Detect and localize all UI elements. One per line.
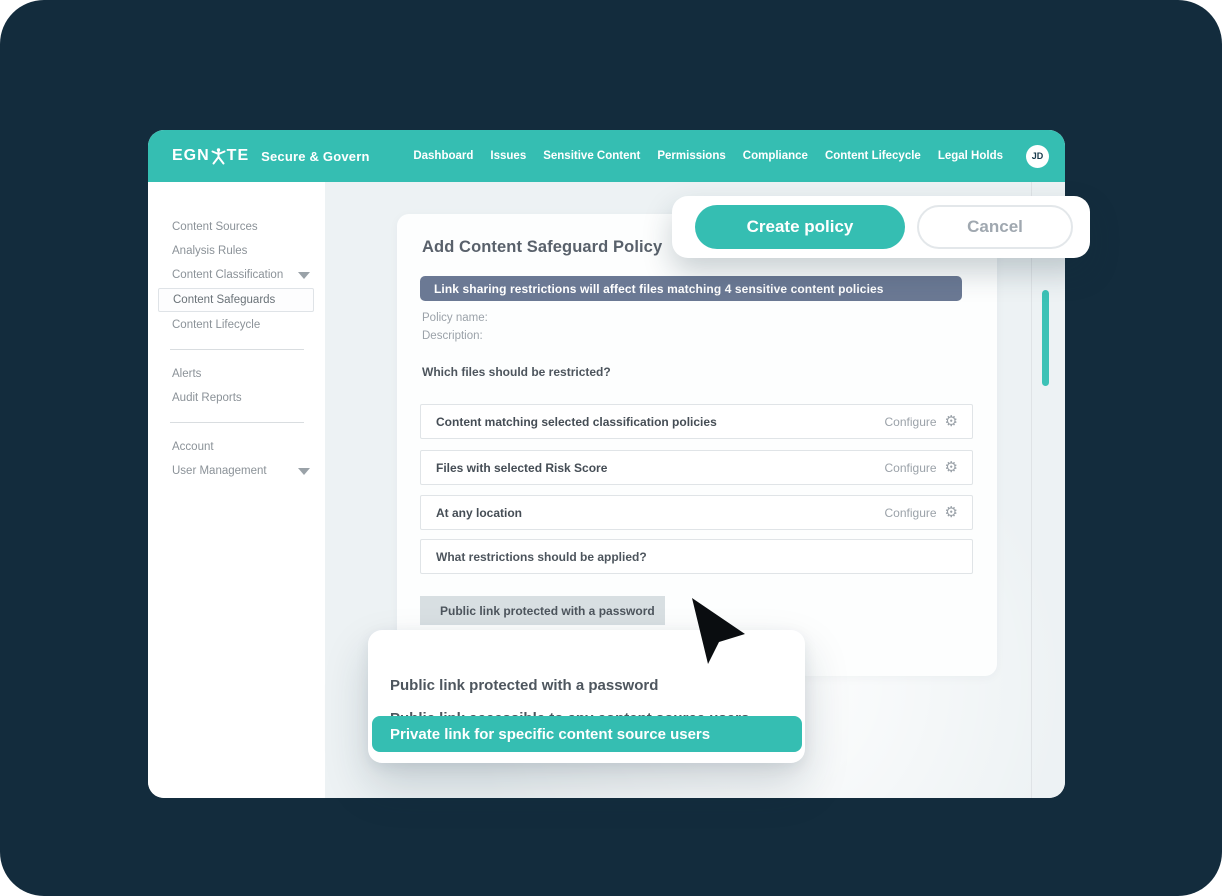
sidebar-item-label: Content Lifecycle — [172, 319, 260, 331]
cancel-button[interactable]: Cancel — [917, 205, 1073, 249]
sidebar-item-label: User Management — [172, 465, 267, 477]
chevron-down-icon — [298, 468, 310, 475]
sidebar-item-analysis-rules[interactable]: Analysis Rules — [148, 239, 325, 263]
sidebar-item-label: Account — [172, 441, 214, 453]
configure-button[interactable]: Configure ⚙ — [885, 460, 958, 475]
top-navbar: EGN TE Secure & Govern — [148, 130, 1065, 182]
egnyte-logo: EGN TE — [172, 147, 249, 165]
brand: EGN TE Secure & Govern — [172, 147, 370, 165]
sidebar-item-content-lifecycle[interactable]: Content Lifecycle — [148, 313, 325, 337]
nav-item-dashboard[interactable]: Dashboard — [413, 150, 473, 162]
criteria-row-classification: Content matching selected classification… — [420, 404, 973, 439]
description-label: Description: — [422, 330, 483, 342]
criteria-row-risk-score: Files with selected Risk Score Configure… — [420, 450, 973, 485]
restrictions-question-box: What restrictions should be applied? — [420, 539, 973, 574]
files-question: Which files should be restricted? — [422, 365, 611, 379]
sidebar: Content Sources Analysis Rules Content C… — [148, 182, 325, 798]
nav-item-sensitive-content[interactable]: Sensitive Content — [543, 150, 640, 162]
configure-label: Configure — [885, 506, 937, 520]
sidebar-item-label: Content Classification — [172, 269, 283, 281]
sidebar-item-content-classification[interactable]: Content Classification — [148, 263, 325, 287]
policy-name-label: Policy name: — [422, 312, 488, 324]
nav-item-permissions[interactable]: Permissions — [657, 150, 725, 162]
sidebar-item-label: Content Sources — [172, 221, 258, 233]
egnyte-person-icon — [211, 148, 226, 165]
sidebar-item-content-safeguards[interactable]: Content Safeguards — [158, 288, 314, 312]
sidebar-item-content-sources[interactable]: Content Sources — [148, 215, 325, 239]
page-title: Add Content Safeguard Policy — [422, 238, 662, 257]
product-name: Secure & Govern — [261, 149, 370, 164]
sidebar-divider — [170, 422, 304, 423]
actions-card: Create policy Cancel — [672, 196, 1090, 258]
configure-button[interactable]: Configure ⚙ — [885, 505, 958, 520]
restrictions-question: What restrictions should be applied? — [436, 550, 647, 564]
scrollbar-track-line — [1031, 182, 1032, 798]
dropdown-option-password[interactable]: Public link protected with a password — [390, 677, 658, 694]
background-canvas: EGN TE Secure & Govern — [0, 0, 1222, 896]
sidebar-item-account[interactable]: Account — [148, 435, 325, 459]
sidebar-item-audit-reports[interactable]: Audit Reports — [148, 386, 325, 410]
gear-icon: ⚙ — [945, 505, 958, 520]
add-policy-panel: Add Content Safeguard Policy Link sharin… — [397, 214, 997, 676]
sidebar-item-label: Alerts — [172, 368, 201, 380]
row-label: At any location — [436, 506, 522, 520]
criteria-row-location: At any location Configure ⚙ — [420, 495, 973, 530]
nav-item-content-lifecycle[interactable]: Content Lifecycle — [825, 150, 921, 162]
row-label: Files with selected Risk Score — [436, 461, 607, 475]
create-policy-button[interactable]: Create policy — [695, 205, 905, 249]
chevron-down-icon — [298, 272, 310, 279]
configure-label: Configure — [885, 461, 937, 475]
nav-item-issues[interactable]: Issues — [490, 150, 526, 162]
restriction-dropdown-menu: Public link protected with a password Pu… — [368, 630, 805, 763]
sidebar-item-label: Content Safeguards — [173, 294, 275, 306]
configure-label: Configure — [885, 415, 937, 429]
sidebar-item-user-management[interactable]: User Management — [148, 459, 325, 483]
info-banner: Link sharing restrictions will affect fi… — [420, 276, 962, 301]
logo-text-prefix: EGN — [172, 147, 210, 165]
sidebar-item-label: Analysis Rules — [172, 245, 247, 257]
nav-item-legal-holds[interactable]: Legal Holds — [938, 150, 1003, 162]
sidebar-divider — [170, 349, 304, 350]
sidebar-item-alerts[interactable]: Alerts — [148, 362, 325, 386]
gear-icon: ⚙ — [945, 414, 958, 429]
gear-icon: ⚙ — [945, 460, 958, 475]
user-avatar[interactable]: JD — [1026, 145, 1049, 168]
logo-text-suffix: TE — [227, 147, 249, 165]
configure-button[interactable]: Configure ⚙ — [885, 414, 958, 429]
nav-links: Dashboard Issues Sensitive Content Permi… — [413, 145, 1049, 168]
dropdown-option-private-link[interactable]: Private link for specific content source… — [372, 716, 802, 752]
row-label: Content matching selected classification… — [436, 415, 717, 429]
restriction-dropdown-trigger[interactable]: Public link protected with a password — [420, 596, 665, 625]
nav-item-compliance[interactable]: Compliance — [743, 150, 808, 162]
scrollbar-thumb[interactable] — [1042, 290, 1049, 386]
sidebar-item-label: Audit Reports — [172, 392, 242, 404]
